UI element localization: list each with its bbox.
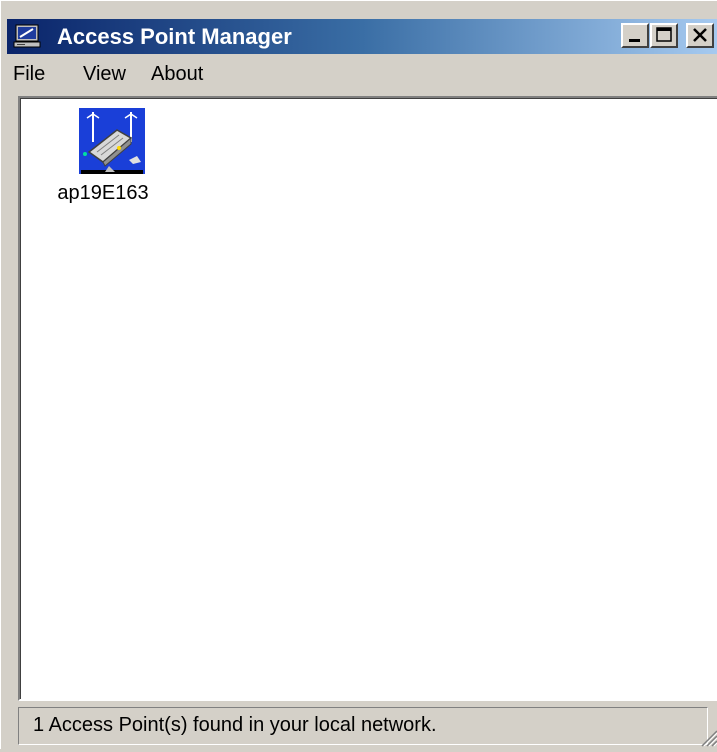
resize-grip-icon[interactable] (698, 727, 717, 747)
minimize-icon (629, 39, 640, 42)
status-text: 1 Access Point(s) found in your local ne… (33, 714, 437, 736)
title-bar[interactable]: Access Point Manager (7, 19, 717, 54)
list-item[interactable]: ap19E163 (34, 104, 174, 214)
access-point-icon[interactable] (79, 108, 145, 174)
app-window: Access Point Manager File View About ap1… (0, 0, 717, 749)
minimize-button[interactable] (621, 23, 649, 48)
access-point-list[interactable]: ap19E163 (18, 96, 717, 701)
status-panel: 1 Access Point(s) found in your local ne… (18, 707, 708, 745)
menu-file[interactable]: File (13, 61, 45, 87)
close-button[interactable] (686, 23, 714, 48)
window-title: Access Point Manager (57, 24, 292, 49)
menu-bar: File View About (7, 57, 717, 89)
maximize-button[interactable] (650, 23, 678, 48)
network-computer-icon[interactable] (13, 23, 41, 49)
menu-about[interactable]: About (151, 61, 203, 87)
close-icon (693, 28, 707, 42)
maximize-icon (656, 27, 672, 42)
access-point-name: ap19E163 (57, 182, 149, 204)
menu-view[interactable]: View (83, 61, 126, 87)
status-bar: 1 Access Point(s) found in your local ne… (18, 707, 717, 747)
